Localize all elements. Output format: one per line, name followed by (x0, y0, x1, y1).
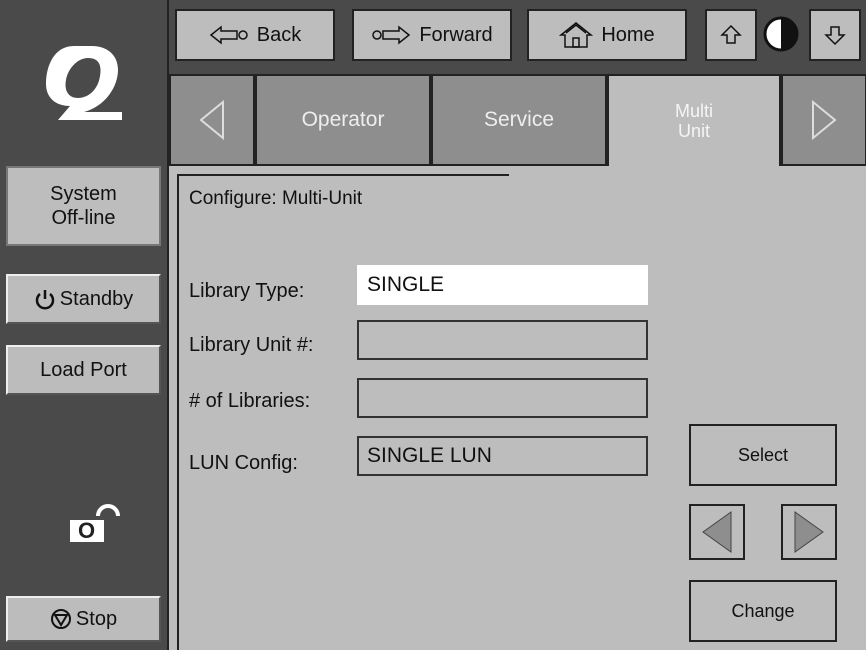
tab-operator-label: Operator (301, 108, 385, 131)
load-port-button[interactable]: Load Port (6, 345, 161, 395)
standby-button[interactable]: Standby (6, 274, 161, 324)
tab-operator[interactable]: Operator (255, 74, 431, 166)
home-button[interactable]: Home (527, 9, 687, 61)
change-label: Change (731, 600, 795, 621)
forward-button[interactable]: Forward (352, 9, 512, 61)
tab-service-label: Service (483, 108, 555, 131)
lock-letter: O (78, 518, 96, 543)
main-area: Back Forward Home Operator Service Multi… (169, 0, 866, 650)
power-icon (35, 290, 55, 310)
panel-border-left (177, 174, 179, 650)
unlocked-icon: O (68, 502, 128, 546)
change-button[interactable]: Change (689, 580, 837, 642)
forward-label: Forward (419, 23, 493, 46)
left-triangle-icon (702, 511, 732, 553)
tab-scroll-right-button[interactable] (781, 74, 866, 166)
down-arrow-icon (824, 26, 846, 46)
num-libraries-label: # of Libraries: (189, 390, 311, 412)
stop-label: Stop (75, 608, 118, 630)
lun-config-field[interactable]: SINGLE LUN (357, 436, 648, 476)
back-label: Back (256, 23, 302, 46)
lun-config-label: LUN Config: (189, 452, 298, 474)
select-label: Select (737, 444, 789, 465)
tab-bar: Operator Service Multi Unit (169, 74, 866, 166)
right-triangle-icon (812, 100, 837, 140)
system-status-indicator: System Off-line (6, 166, 161, 246)
library-type-label: Library Type: (189, 280, 305, 302)
stop-icon (50, 609, 71, 629)
panel-border-top (179, 174, 509, 176)
back-button[interactable]: Back (175, 9, 335, 61)
left-sidebar: System Off-line Standby Load Port O Stop (0, 0, 167, 650)
stop-button[interactable]: Stop (6, 596, 161, 642)
system-status-line1: System (50, 183, 117, 205)
tab-service[interactable]: Service (431, 74, 607, 166)
forward-arrow-icon (372, 25, 411, 45)
tab-multi-unit-line2: Unit (677, 121, 710, 141)
library-type-field[interactable]: SINGLE (357, 265, 648, 305)
tab-multi-unit[interactable]: Multi Unit (607, 74, 781, 166)
num-libraries-field[interactable] (357, 378, 648, 418)
home-icon (559, 22, 594, 48)
library-unit-field[interactable] (357, 320, 648, 360)
scroll-up-button[interactable] (705, 9, 757, 61)
back-arrow-icon (209, 25, 248, 45)
page-title: Configure: Multi-Unit (189, 188, 363, 209)
next-button[interactable] (781, 504, 837, 560)
quantum-logo (46, 46, 122, 120)
system-status-line2: Off-line (51, 207, 116, 229)
contrast-icon[interactable] (761, 14, 801, 54)
up-arrow-icon (720, 24, 742, 44)
tab-scroll-left-button[interactable] (169, 74, 255, 166)
left-triangle-icon (199, 100, 224, 140)
top-navigation: Back Forward Home (169, 0, 866, 74)
standby-label: Standby (59, 288, 134, 310)
content-panel: Configure: Multi-Unit Library Type: SING… (169, 166, 866, 650)
tab-multi-unit-line1: Multi (674, 101, 713, 121)
scroll-down-button[interactable] (809, 9, 861, 61)
home-label: Home (601, 23, 655, 46)
load-port-label: Load Port (40, 359, 127, 381)
right-triangle-icon (794, 511, 824, 553)
previous-button[interactable] (689, 504, 745, 560)
library-unit-label: Library Unit #: (189, 334, 314, 356)
select-button[interactable]: Select (689, 424, 837, 486)
